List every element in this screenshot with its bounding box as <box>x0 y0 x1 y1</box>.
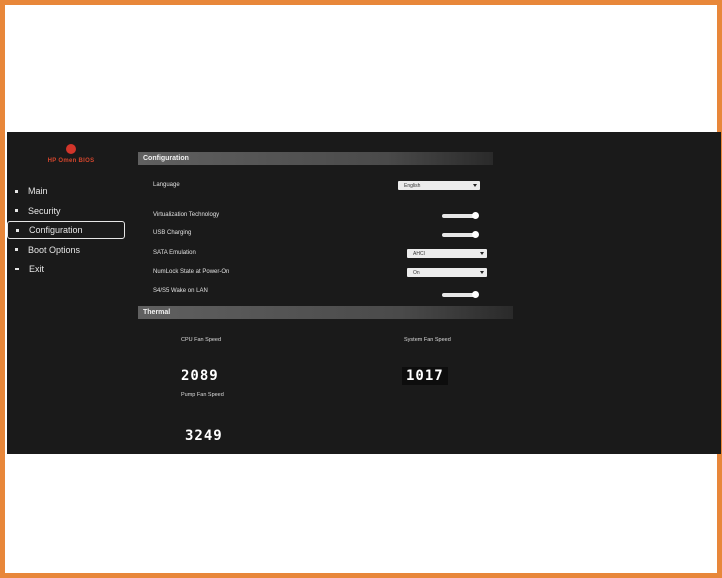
bullet-icon <box>16 228 19 232</box>
sidebar-item-boot-options[interactable]: Boot Options <box>7 241 129 259</box>
toggle-knob <box>472 231 479 238</box>
bios-screen: HP Omen BIOS Main Security Configuration… <box>7 132 721 454</box>
sidebar-item-exit[interactable]: Exit <box>7 260 129 278</box>
language-select[interactable]: English <box>398 181 480 190</box>
pump-fan-label: Pump Fan Speed <box>181 392 224 398</box>
sidebar-nav: Main Security Configuration Boot Options… <box>7 182 129 280</box>
cpu-fan-label: CPU Fan Speed <box>181 337 222 343</box>
thermal-header: Thermal <box>138 306 513 319</box>
usb-charging-toggle[interactable] <box>442 231 479 238</box>
sidebar-item-label: Boot Options <box>28 244 81 255</box>
dash-icon <box>15 268 19 270</box>
system-fan-value: 1017 <box>402 367 448 385</box>
brand-logo: HP Omen BIOS <box>31 144 111 164</box>
virtualization-label: Virtualization Technology <box>153 212 220 218</box>
sata-emulation-select[interactable]: AHCI <box>407 249 487 258</box>
sata-emulation-label: SATA Emulation <box>153 250 196 256</box>
system-fan-label: System Fan Speed <box>404 337 451 343</box>
sidebar-item-security[interactable]: Security <box>7 202 129 220</box>
omen-logo-icon <box>66 144 76 154</box>
configuration-header: Configuration <box>138 152 493 165</box>
chevron-down-icon <box>480 271 484 274</box>
sidebar-item-label: Exit <box>29 264 45 274</box>
language-value: English <box>404 182 421 189</box>
sidebar-item-main[interactable]: Main <box>7 182 129 200</box>
toggle-knob <box>472 212 479 219</box>
toggle-knob <box>472 291 479 298</box>
cpu-fan-value: 2089 <box>181 368 219 384</box>
numlock-select[interactable]: On <box>407 268 487 277</box>
numlock-label: NumLock State at Power-On <box>153 269 230 275</box>
bullet-icon <box>15 248 18 251</box>
chevron-down-icon <box>473 184 477 187</box>
bullet-icon <box>15 209 18 212</box>
brand-logo-text: HP Omen BIOS <box>47 158 95 164</box>
sata-emulation-value: AHCI <box>413 250 425 257</box>
sidebar-item-label: Configuration <box>29 225 83 235</box>
chevron-down-icon <box>480 252 484 255</box>
sidebar-item-label: Security <box>28 205 61 216</box>
sidebar-item-configuration[interactable]: Configuration <box>7 221 125 239</box>
virtualization-toggle[interactable] <box>442 212 479 219</box>
wake-on-lan-label: S4/S5 Wake on LAN <box>153 288 208 294</box>
pump-fan-value: 3249 <box>185 428 223 444</box>
numlock-value: On <box>413 269 420 276</box>
bullet-icon <box>15 189 18 193</box>
sidebar-item-label: Main <box>28 186 48 196</box>
usb-charging-label: USB Charging <box>153 230 192 236</box>
language-label: Language <box>153 182 180 188</box>
wake-on-lan-toggle[interactable] <box>442 291 479 298</box>
